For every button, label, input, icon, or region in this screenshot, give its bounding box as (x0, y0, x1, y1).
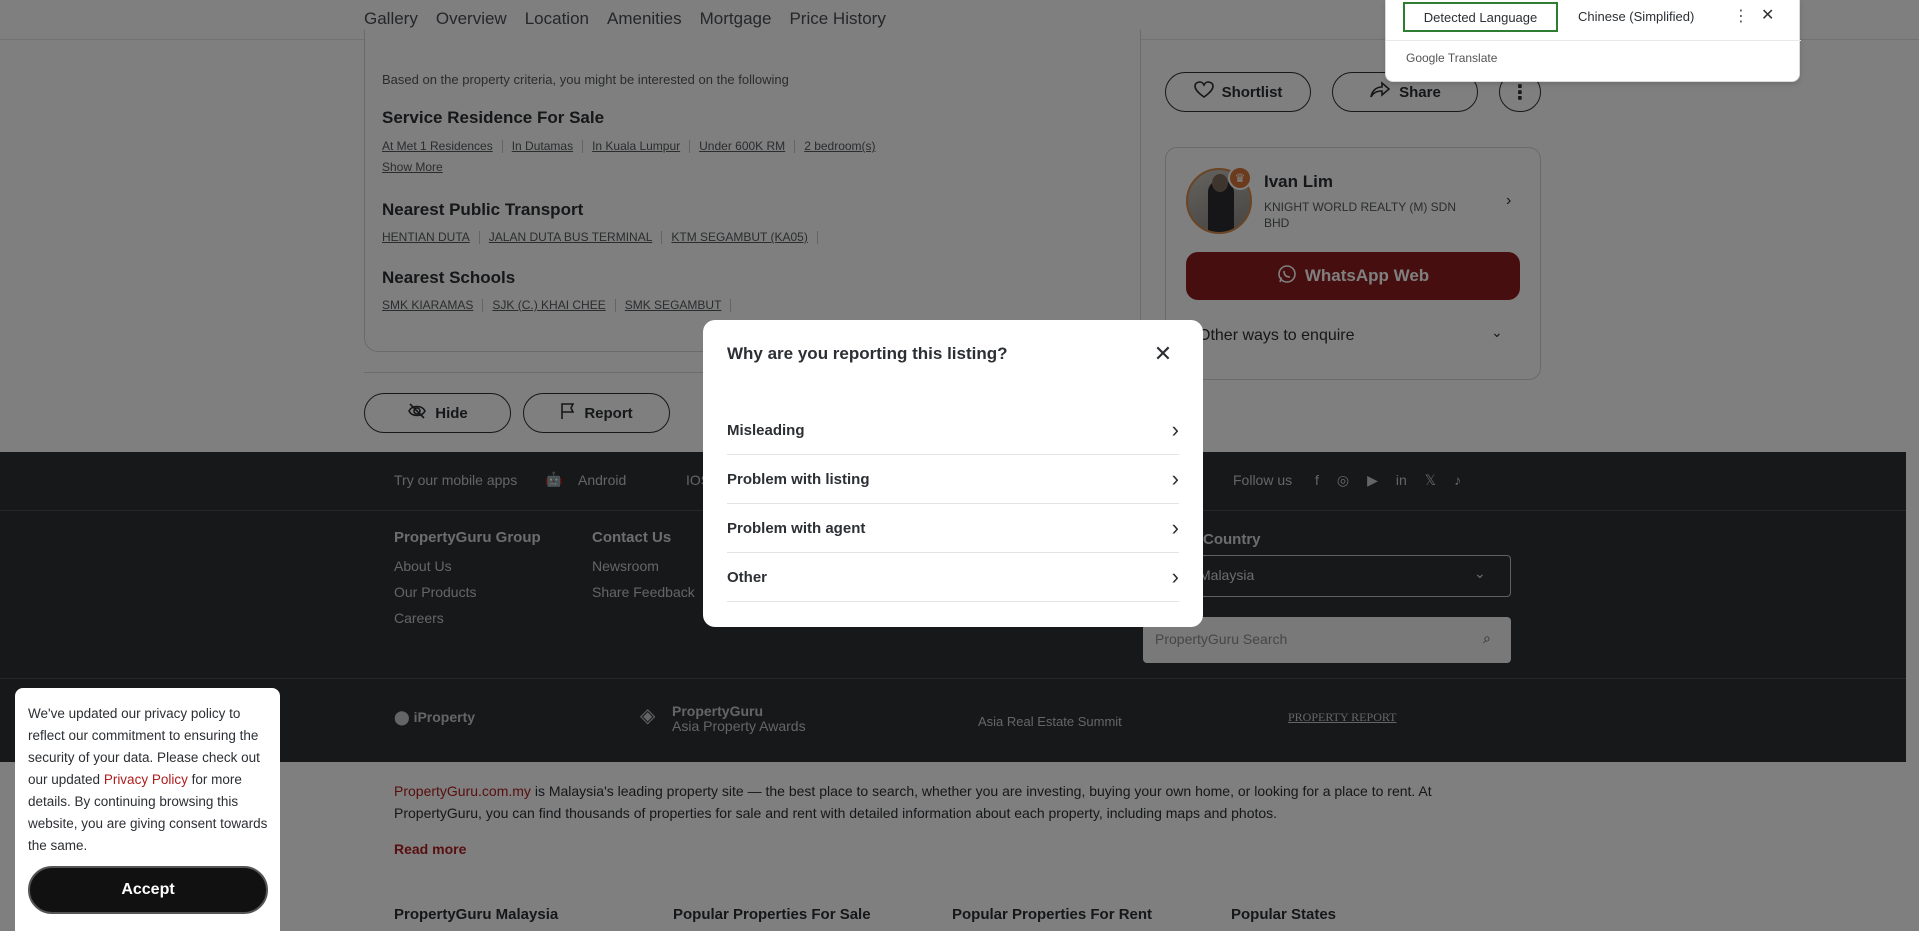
chevron-right-icon: › (1171, 564, 1179, 589)
privacy-policy-link[interactable]: Privacy Policy (104, 772, 188, 787)
translate-bar: Detected Language Chinese (Simplified) ⋮… (1385, 0, 1801, 82)
reason-problem-with-agent[interactable]: Problem with agent › (727, 504, 1179, 553)
detected-language-tab[interactable]: Detected Language (1403, 2, 1558, 32)
translate-divider (1386, 40, 1801, 41)
google-translate-brand: Google Translate (1406, 51, 1498, 65)
reason-other[interactable]: Other › (727, 553, 1179, 602)
reason-misleading[interactable]: Misleading › (727, 406, 1179, 455)
close-icon[interactable]: ✕ (1150, 341, 1176, 367)
privacy-text: We've updated our privacy policy to refl… (28, 706, 268, 853)
more-vertical-icon[interactable]: ⋮ (1733, 6, 1749, 26)
reason-label: Problem with agent (727, 519, 866, 537)
reason-label: Other (727, 568, 768, 586)
accept-button[interactable]: Accept (28, 866, 268, 914)
chevron-right-icon: › (1171, 515, 1179, 540)
modal-title: Why are you reporting this listing? (727, 344, 1008, 363)
reason-label: Problem with listing (727, 470, 870, 488)
reason-label: Misleading (727, 421, 805, 439)
reason-problem-with-listing[interactable]: Problem with listing › (727, 455, 1179, 504)
close-icon[interactable]: ✕ (1761, 5, 1774, 25)
chevron-right-icon: › (1171, 466, 1179, 491)
report-modal: Why are you reporting this listing? ✕ Mi… (703, 320, 1203, 627)
target-language-tab[interactable]: Chinese (Simplified) (1578, 9, 1694, 24)
privacy-banner: We've updated our privacy policy to refl… (15, 688, 280, 931)
chevron-right-icon: › (1171, 417, 1179, 442)
